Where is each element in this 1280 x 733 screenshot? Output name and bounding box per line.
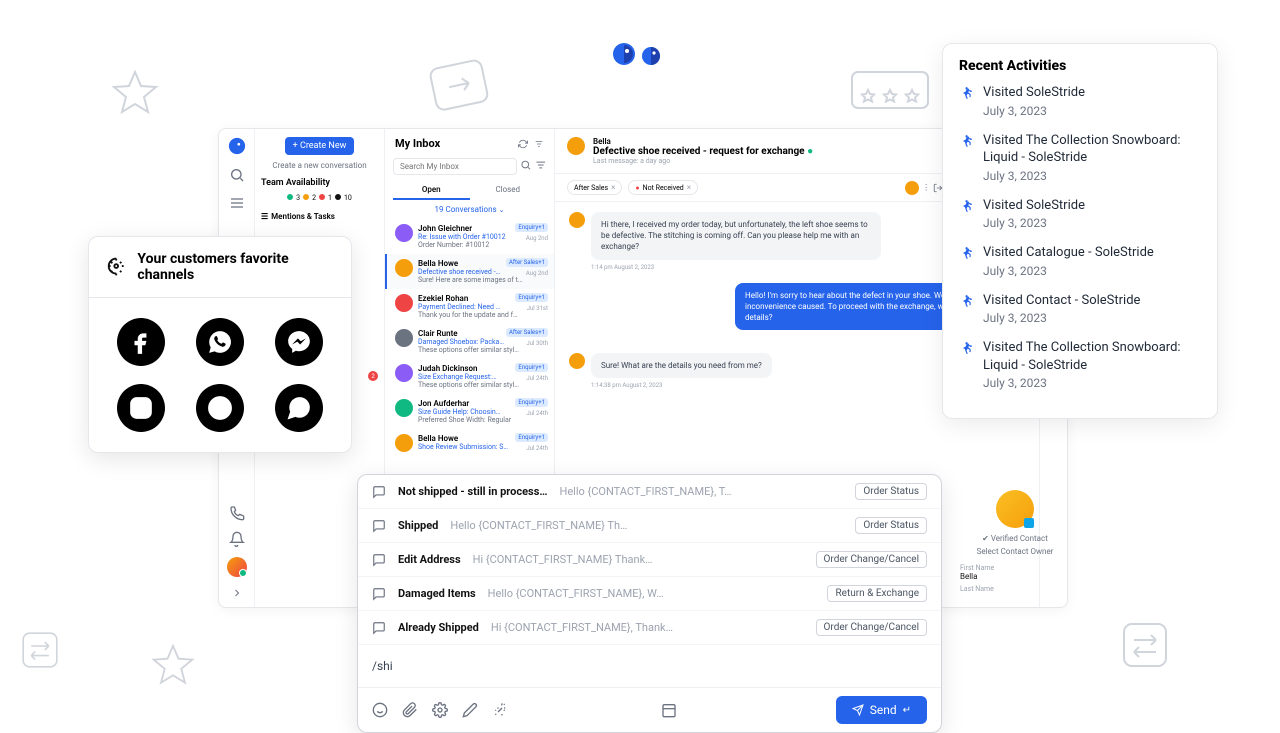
contact-panel: ✔ Verified Contact Select Contact Owner … xyxy=(960,490,1070,593)
walk-icon xyxy=(959,134,973,148)
conversation-item[interactable]: Clair RunteDamaged Shoebox: Packa…These … xyxy=(385,324,554,359)
chevron-right-icon[interactable] xyxy=(231,587,243,599)
search-icon[interactable] xyxy=(520,158,532,172)
channels-title: Your customers favorite channels xyxy=(137,251,335,283)
gear-icon[interactable] xyxy=(432,702,448,718)
walk-icon xyxy=(959,246,973,260)
team-availability-title: Team Availability xyxy=(261,178,378,188)
user-avatar[interactable] xyxy=(227,557,247,577)
conversation-item[interactable]: Jon AufderharSize Guide Help: Choosin…Pr… xyxy=(385,394,554,429)
filter-icon[interactable] xyxy=(534,139,544,149)
chat-subject: Defective shoe received - request for ex… xyxy=(593,146,813,157)
send-icon xyxy=(852,704,864,716)
walk-icon xyxy=(959,86,973,100)
conversation-count: 19 Conversations ⌄ xyxy=(385,200,554,219)
search-icon[interactable] xyxy=(229,167,245,183)
conversation-item[interactable]: Ezekiel RohanPayment Declined: Need …Tha… xyxy=(385,289,554,324)
messenger-icon[interactable] xyxy=(275,318,323,366)
tag-chip[interactable]: ●Not Received× xyxy=(628,180,698,195)
create-new-button[interactable]: + Create New xyxy=(285,137,355,155)
message-icon xyxy=(372,553,386,567)
instagram-icon[interactable] xyxy=(117,384,165,432)
phone-icon[interactable] xyxy=(229,505,245,521)
schedule-icon[interactable] xyxy=(661,702,677,718)
compose-input[interactable]: /shi xyxy=(358,645,941,687)
contact-avatar-large xyxy=(996,490,1034,528)
doodle-swap-icon xyxy=(1120,620,1170,670)
contact-owner-select[interactable]: Select Contact Owner xyxy=(960,547,1070,556)
suggestion-item[interactable]: Already ShippedHi {CONTACT_FIRST_NAME}, … xyxy=(358,611,941,645)
create-subtitle: Create a new conversation xyxy=(261,161,378,170)
brand-logo xyxy=(612,42,668,70)
doodle-star-icon xyxy=(110,70,160,120)
contact-avatar xyxy=(567,137,585,155)
walk-icon xyxy=(959,341,973,355)
conversation-item[interactable]: Judah DickinsonSize Exchange Request:…Th… xyxy=(385,359,554,394)
doodle-swap-icon xyxy=(20,630,60,670)
facebook-icon[interactable] xyxy=(117,318,165,366)
inbox-title: My Inbox xyxy=(395,137,440,150)
first-name-value: Bella xyxy=(960,572,1070,581)
message-in: Sure! What are the details you need from… xyxy=(591,353,772,378)
channels-card: Your customers favorite channels xyxy=(88,236,352,453)
message-in: Hi there, I received my order today, but… xyxy=(591,212,881,260)
verified-badge: ✔ Verified Contact xyxy=(960,534,1070,543)
activity-item: Visited Catalogue - SoleStrideJuly 3, 20… xyxy=(959,244,1201,278)
bell-icon[interactable] xyxy=(229,531,245,547)
emoji-icon[interactable] xyxy=(372,702,388,718)
activity-item: Visited Contact - SoleStrideJuly 3, 2023 xyxy=(959,292,1201,326)
whatsapp-icon[interactable] xyxy=(196,318,244,366)
logo-icon xyxy=(228,137,246,155)
suggestion-item[interactable]: Not shipped - still in process…Hello {CO… xyxy=(358,475,941,509)
contact-name: Bella xyxy=(593,137,813,146)
mentions-tasks[interactable]: ☰Mentions & Tasks xyxy=(261,212,378,221)
walk-icon xyxy=(959,294,973,308)
last-message-time: Last message: a day ago xyxy=(593,157,813,165)
compose-panel: Not shipped - still in process…Hello {CO… xyxy=(357,474,942,733)
sort-icon[interactable] xyxy=(535,158,547,172)
walk-icon xyxy=(959,199,973,213)
conversation-item[interactable]: Bella HoweShoe Review Submission: S…Enqu… xyxy=(385,429,554,457)
activity-item: Visited SoleStrideJuly 3, 2023 xyxy=(959,84,1201,118)
activities-title: Recent Activities xyxy=(959,58,1201,74)
edit-icon[interactable] xyxy=(462,702,478,718)
suggestion-item[interactable]: Edit AddressHi {CONTACT_FIRST_NAME} Than… xyxy=(358,543,941,577)
doodle-rating-icon xyxy=(850,70,930,120)
refresh-icon[interactable] xyxy=(518,139,528,149)
activity-item: Visited The Collection Snowboard: Liquid… xyxy=(959,132,1201,183)
menu-icon[interactable] xyxy=(229,195,245,211)
tag-chip[interactable]: After Sales× xyxy=(567,180,622,195)
message-icon xyxy=(372,587,386,601)
message-icon xyxy=(372,621,386,635)
doodle-reply-icon xyxy=(424,54,495,125)
attachment-icon[interactable] xyxy=(402,702,418,718)
suggestion-item[interactable]: ShippedHello {CONTACT_FIRST_NAME} Th…Ord… xyxy=(358,509,941,543)
conversation-item[interactable]: John GleichnerRe: Issue with Order #1001… xyxy=(385,219,554,254)
broadcast-icon xyxy=(105,255,127,279)
suggestion-item[interactable]: Damaged ItemsHello {CONTACT_FIRST_NAME},… xyxy=(358,577,941,611)
conversation-item[interactable]: Bella HoweDefective shoe received -…Sure… xyxy=(385,254,554,289)
tab-closed[interactable]: Closed xyxy=(470,181,547,200)
magic-icon[interactable] xyxy=(492,702,508,718)
email-icon[interactable] xyxy=(196,384,244,432)
assignee-avatar[interactable] xyxy=(905,181,919,195)
message-icon xyxy=(372,519,386,533)
activity-item: Visited The Collection Snowboard: Liquid… xyxy=(959,339,1201,390)
message-icon xyxy=(372,485,386,499)
doodle-star-icon xyxy=(150,644,196,690)
activity-item: Visited SoleStrideJuly 3, 2023 xyxy=(959,197,1201,231)
activities-card: Recent Activities Visited SoleStrideJuly… xyxy=(942,43,1218,419)
tab-open[interactable]: Open xyxy=(393,181,470,200)
search-input[interactable] xyxy=(393,158,517,175)
sms-icon[interactable] xyxy=(275,384,323,432)
